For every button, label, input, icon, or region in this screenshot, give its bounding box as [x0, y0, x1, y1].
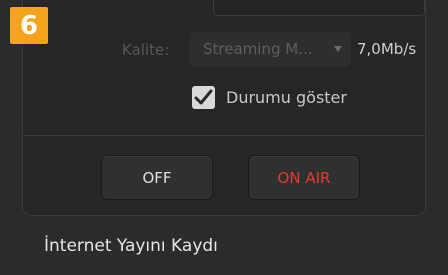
show-status-option[interactable]: Durumu göster [192, 86, 347, 109]
section-title: İnternet Yayını Kaydı [44, 236, 218, 256]
previous-field[interactable] [213, 0, 425, 16]
on-air-button[interactable]: ON AIR [248, 155, 360, 200]
quality-label: Kalite: [122, 41, 170, 59]
quality-value: Streaming M... [203, 40, 313, 58]
show-status-checkbox[interactable] [192, 86, 215, 109]
off-button[interactable]: OFF [101, 155, 213, 200]
show-status-label: Durumu göster [226, 88, 347, 107]
bitrate-value: 7,0Mb/s [357, 40, 417, 58]
step-number-badge: 6 [10, 7, 48, 44]
checkmark-icon [194, 89, 213, 105]
chevron-down-icon [334, 46, 342, 52]
divider [22, 135, 426, 136]
quality-dropdown[interactable]: Streaming M... [190, 32, 351, 66]
